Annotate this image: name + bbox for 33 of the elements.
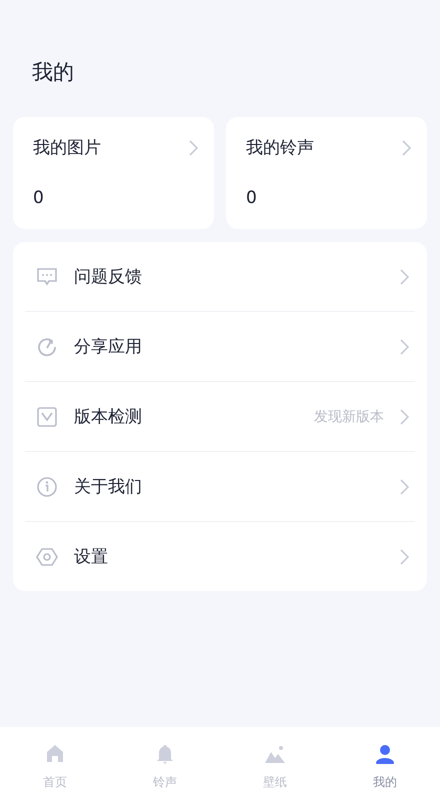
menu-label: 分享应用: [74, 336, 143, 358]
menu-label: 设置: [74, 546, 109, 568]
home-icon: [44, 743, 66, 765]
mountain-icon: [264, 743, 286, 765]
chevron-right-icon: [400, 548, 409, 564]
chevron-right-icon: [400, 268, 409, 284]
menu-label: 问题反馈: [74, 266, 143, 288]
chevron-right-icon: [400, 338, 409, 354]
stat-value: 0: [33, 187, 44, 210]
stat-label: 我的图片: [33, 137, 101, 160]
stat-card[interactable]: 我的图片 0: [13, 117, 214, 229]
chevron-right-icon: [402, 140, 411, 156]
page-title: 我的: [32, 59, 74, 86]
chevron-right-icon: [400, 478, 409, 494]
settings-icon: [36, 546, 58, 568]
stat-label: 我的铃声: [246, 137, 314, 160]
chevron-right-icon: [400, 408, 409, 424]
menu-label: 版本检测: [74, 406, 143, 428]
menu-label: 关于我们: [74, 476, 143, 498]
menu-item[interactable]: 问题反馈: [25, 242, 415, 311]
info-icon: [36, 476, 58, 498]
menu-item[interactable]: 分享应用: [25, 311, 415, 381]
circular-arrow-icon: [36, 336, 58, 358]
stat-card[interactable]: 我的铃声 0: [226, 117, 427, 229]
chat-bubble-icon: [36, 266, 58, 288]
menu-item[interactable]: 版本检测 发现新版本: [25, 381, 415, 451]
menu-hint: 发现新版本: [314, 408, 384, 426]
user-icon: [374, 743, 396, 765]
stat-value: 0: [246, 187, 257, 210]
checkmark-square-icon: [36, 406, 58, 428]
chevron-right-icon: [189, 140, 198, 156]
menu-item[interactable]: 关于我们: [25, 451, 415, 521]
menu-item[interactable]: 设置: [25, 521, 415, 591]
